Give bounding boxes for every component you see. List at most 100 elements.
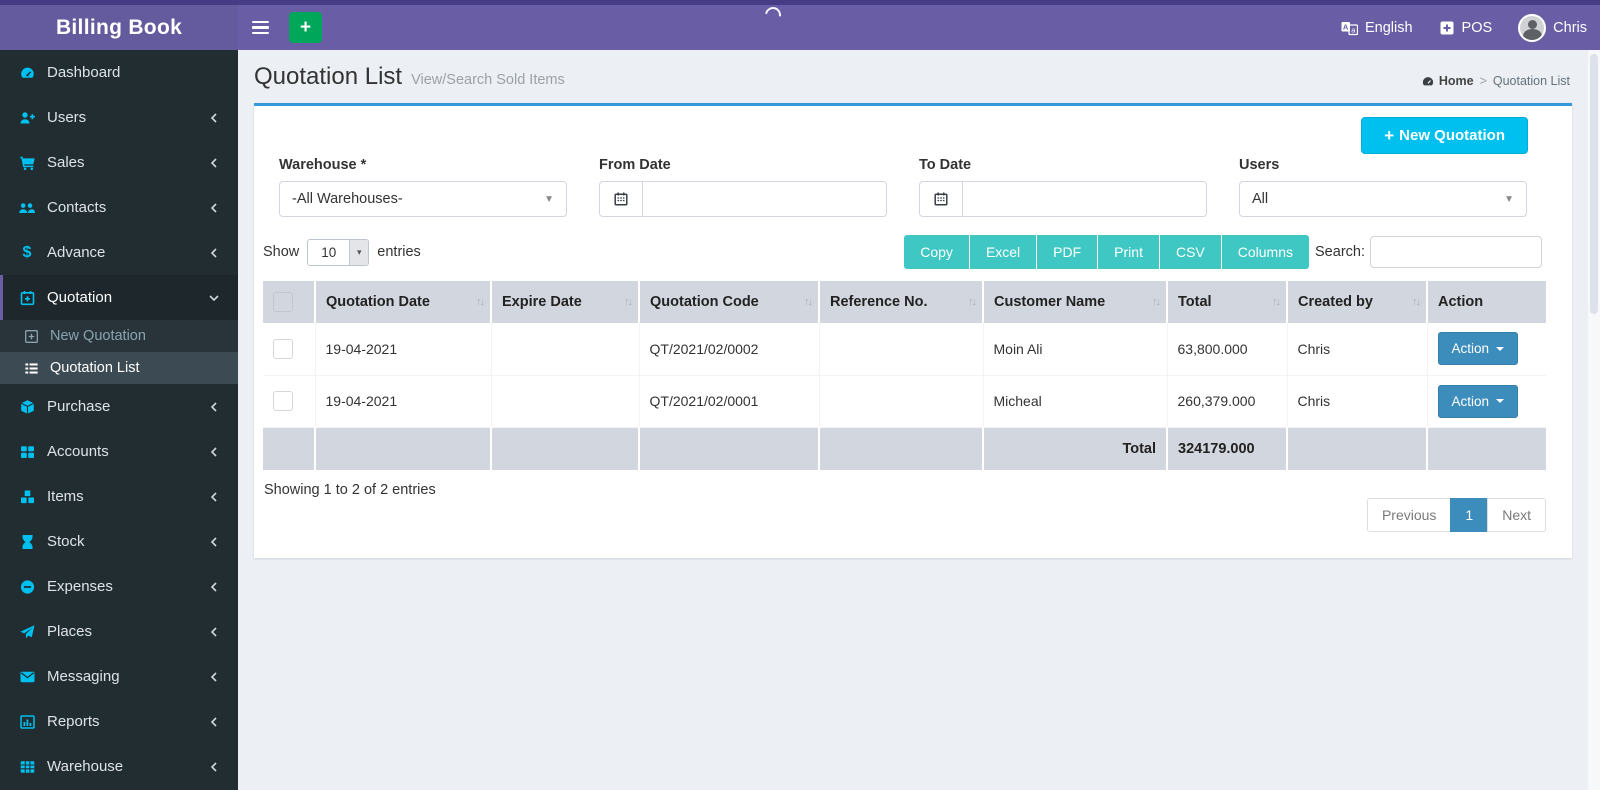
row-action-button[interactable]: Action bbox=[1437, 384, 1519, 418]
cell-expire-date bbox=[491, 375, 640, 428]
sidebar-item-contacts[interactable]: Contacts bbox=[0, 185, 238, 230]
chevron-left-icon bbox=[205, 716, 223, 728]
sidebar-item-label: Accounts bbox=[47, 443, 109, 460]
column-header-customer-name[interactable]: Customer Name ↑↓ bbox=[983, 281, 1168, 323]
column-header-quotation-date[interactable]: Quotation Date ↑↓ bbox=[315, 281, 492, 323]
plus-square-icon bbox=[1439, 20, 1455, 36]
calendar-plus-icon bbox=[18, 290, 36, 306]
cart-icon bbox=[18, 155, 36, 171]
sidebar-item-label: Warehouse bbox=[47, 758, 124, 775]
sidebar-item-label: Quotation List bbox=[50, 360, 140, 376]
quick-add-button[interactable]: + bbox=[289, 12, 322, 43]
select-all-checkbox[interactable] bbox=[273, 292, 293, 312]
chevron-left-icon bbox=[205, 491, 223, 503]
sidebar-item-messaging[interactable]: Messaging bbox=[0, 654, 238, 699]
column-header-quotation-code[interactable]: Quotation Code ↑↓ bbox=[639, 281, 820, 323]
cell-quotation-code: QT/2021/02/0001 bbox=[639, 375, 820, 428]
to-date-input[interactable] bbox=[963, 182, 1206, 216]
pos-menu[interactable]: POS bbox=[1426, 5, 1506, 50]
app-logo[interactable]: Billing Book bbox=[0, 5, 238, 50]
sidebar-item-warehouse[interactable]: Warehouse bbox=[0, 744, 238, 789]
warehouse-select-value: -All Warehouses- bbox=[292, 191, 403, 207]
row-action-button[interactable]: Action bbox=[1437, 332, 1519, 366]
from-date-label: From Date bbox=[599, 157, 671, 173]
column-header-reference-no[interactable]: Reference No. ↑↓ bbox=[819, 281, 984, 323]
sidebar-item-users[interactable]: Users bbox=[0, 95, 238, 140]
sidebar-item-accounts[interactable]: Accounts bbox=[0, 429, 238, 474]
sidebar-item-label: Advance bbox=[47, 244, 106, 261]
sidebar-item-new-quotation[interactable]: New Quotation bbox=[0, 320, 238, 352]
users-label: Users bbox=[1239, 157, 1280, 173]
scrollbar-thumb[interactable] bbox=[1590, 54, 1598, 314]
sidebar-item-dashboard[interactable]: Dashboard bbox=[0, 50, 238, 95]
sort-icon: ↑↓ bbox=[804, 296, 813, 308]
sidebar-item-quotation[interactable]: Quotation bbox=[0, 275, 238, 320]
calendar-icon bbox=[600, 182, 643, 216]
svg-text:A: A bbox=[1343, 22, 1349, 31]
warehouse-label: Warehouse * bbox=[279, 157, 367, 173]
sidebar-item-label: Items bbox=[47, 488, 84, 505]
sidebar-item-advance[interactable]: $ Advance bbox=[0, 230, 238, 275]
copy-button[interactable]: Copy bbox=[904, 235, 970, 269]
chevron-left-icon bbox=[205, 157, 223, 169]
sidebar-item-purchase[interactable]: Purchase bbox=[0, 384, 238, 429]
cell-reference-no bbox=[819, 323, 984, 376]
users-select[interactable]: All ▼ bbox=[1239, 181, 1527, 217]
cell-customer-name: Micheal bbox=[983, 375, 1168, 428]
chevron-left-icon bbox=[205, 536, 223, 548]
row-checkbox[interactable] bbox=[273, 391, 293, 411]
columns-button[interactable]: Columns bbox=[1221, 235, 1310, 269]
sidebar-item-items[interactable]: Items bbox=[0, 474, 238, 519]
column-header-total[interactable]: Total ↑↓ bbox=[1167, 281, 1288, 323]
sidebar-item-label: Expenses bbox=[47, 578, 113, 595]
pdf-button[interactable]: PDF bbox=[1037, 235, 1099, 269]
pagination-page-1[interactable]: 1 bbox=[1450, 497, 1489, 532]
footer-total-value: 324179.000 bbox=[1167, 427, 1288, 470]
excel-button[interactable]: Excel bbox=[969, 235, 1038, 269]
sidebar-item-label: Messaging bbox=[47, 668, 120, 685]
sidebar-item-label: Sales bbox=[47, 154, 85, 171]
hourglass-icon bbox=[18, 534, 36, 550]
chevron-left-icon bbox=[205, 401, 223, 413]
caret-down-icon bbox=[1496, 399, 1505, 403]
from-date-input[interactable] bbox=[643, 182, 886, 216]
print-button[interactable]: Print bbox=[1098, 235, 1160, 269]
breadcrumb-home-link[interactable]: Home bbox=[1421, 74, 1474, 88]
column-header-expire-date[interactable]: Expire Date ↑↓ bbox=[491, 281, 640, 323]
page-length-select[interactable]: 10 ▾ bbox=[307, 238, 370, 266]
table-header-row: Quotation Date ↑↓ Expire Date ↑↓ Quotation… bbox=[263, 281, 1546, 323]
sidebar-item-expenses[interactable]: Expenses bbox=[0, 564, 238, 609]
language-label: English bbox=[1364, 19, 1413, 36]
sidebar-item-label: Contacts bbox=[47, 199, 107, 216]
user-menu[interactable]: Chris bbox=[1505, 5, 1600, 50]
filter-row: Warehouse * -All Warehouses- ▼ From Date… bbox=[279, 157, 1527, 217]
sidebar-item-quotation-list[interactable]: Quotation List bbox=[0, 352, 238, 384]
chevron-left-icon bbox=[205, 202, 223, 214]
app-title: Billing Book bbox=[55, 15, 183, 39]
pagination-previous[interactable]: Previous bbox=[1366, 497, 1452, 532]
user-name: Chris bbox=[1553, 19, 1587, 36]
sidebar-item-places[interactable]: Places bbox=[0, 609, 238, 654]
new-quotation-button[interactable]: + New Quotation bbox=[1361, 117, 1528, 154]
warehouse-select[interactable]: -All Warehouses- ▼ bbox=[279, 181, 567, 217]
table-footer-row: Total 324179.000 bbox=[263, 427, 1546, 470]
sidebar-item-label: Dashboard bbox=[47, 64, 121, 81]
breadcrumb-separator: > bbox=[1479, 74, 1487, 88]
sidebar-item-reports[interactable]: Reports bbox=[0, 699, 238, 744]
scrollbar[interactable] bbox=[1588, 50, 1600, 790]
user-plus-icon bbox=[18, 110, 36, 126]
pagination-next[interactable]: Next bbox=[1487, 497, 1546, 532]
chevron-left-icon bbox=[205, 247, 223, 259]
language-menu[interactable]: Aa English bbox=[1328, 5, 1426, 50]
column-header-created-by[interactable]: Created by ↑↓ bbox=[1287, 281, 1428, 323]
cell-expire-date bbox=[491, 323, 640, 376]
sidebar-item-stock[interactable]: Stock bbox=[0, 519, 238, 564]
sort-icon: ↑↓ bbox=[1272, 296, 1281, 308]
sidebar-toggle-button[interactable] bbox=[238, 5, 282, 50]
search-input[interactable] bbox=[1370, 236, 1542, 268]
row-checkbox[interactable] bbox=[273, 338, 293, 359]
top-navbar: Billing Book + Aa English POS Chris bbox=[0, 0, 1600, 50]
sidebar-item-sales[interactable]: Sales bbox=[0, 140, 238, 185]
page-subtitle: View/Search Sold Items bbox=[411, 72, 565, 88]
csv-button[interactable]: CSV bbox=[1159, 235, 1222, 269]
